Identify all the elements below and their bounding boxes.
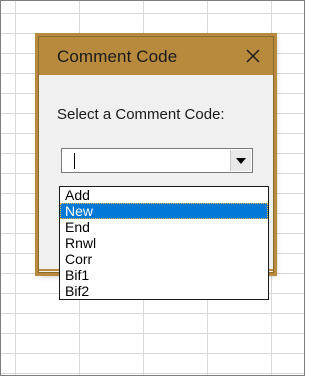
option-new[interactable]: New [60, 203, 268, 219]
comment-code-input[interactable] [62, 149, 230, 172]
screenshot-frame: Comment Code Select a Comment Code: Add … [0, 0, 305, 376]
close-button[interactable] [233, 37, 273, 75]
select-prompt-label: Select a Comment Code: [57, 106, 225, 123]
option-bif1[interactable]: Bif1 [60, 267, 268, 283]
dropdown-button[interactable] [230, 150, 251, 171]
dialog-titlebar[interactable]: Comment Code [39, 37, 273, 75]
option-rnwl[interactable]: Rnwl [60, 235, 268, 251]
dialog-title: Comment Code [57, 47, 178, 66]
comment-code-combobox[interactable] [61, 148, 253, 173]
option-corr[interactable]: Corr [60, 251, 268, 267]
comment-code-dropdown-list[interactable]: Add New End Rnwl Corr Bif1 Bif2 [59, 186, 269, 300]
dropdown-arrow-icon [236, 157, 246, 164]
text-cursor [74, 153, 75, 169]
close-icon [246, 49, 260, 63]
option-add[interactable]: Add [60, 187, 268, 203]
option-end[interactable]: End [60, 219, 268, 235]
option-bif2[interactable]: Bif2 [60, 283, 268, 299]
